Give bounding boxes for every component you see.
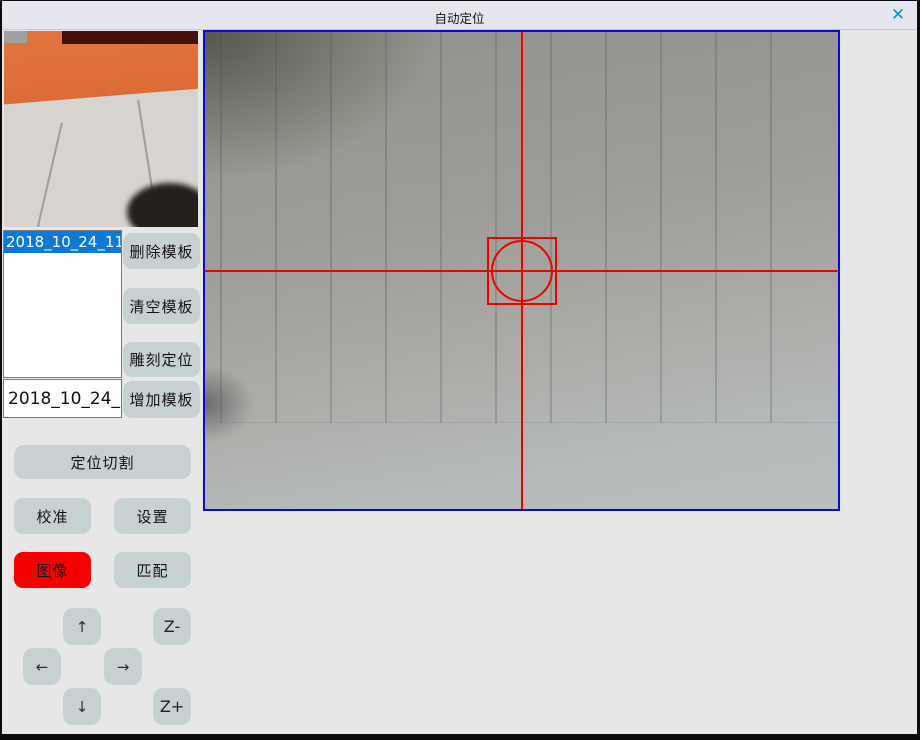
close-icon[interactable]: ✕ bbox=[887, 4, 909, 26]
camera-thumbnail bbox=[4, 31, 198, 227]
titlebar: 自动定位 ✕ bbox=[2, 1, 917, 30]
jog-right-button[interactable]: → bbox=[104, 648, 142, 685]
gray-patch bbox=[4, 31, 27, 43]
clear-template-button[interactable]: 清空模板 bbox=[123, 288, 200, 324]
match-button[interactable]: 匹配 bbox=[114, 552, 191, 588]
delete-template-button[interactable]: 删除模板 bbox=[123, 233, 200, 269]
calibrate-button[interactable]: 校准 bbox=[14, 498, 91, 534]
image-button[interactable]: 图像 bbox=[14, 552, 91, 588]
dark-object bbox=[127, 183, 198, 227]
template-name-input[interactable] bbox=[3, 379, 122, 418]
settings-button[interactable]: 设置 bbox=[114, 498, 191, 534]
list-item[interactable]: 2018_10_24_11 bbox=[4, 231, 121, 253]
position-cut-button[interactable]: 定位切割 bbox=[14, 445, 191, 479]
tile-grout-line bbox=[27, 123, 63, 227]
jog-left-button[interactable]: ← bbox=[23, 648, 61, 685]
jog-z-minus-button[interactable]: Z- bbox=[153, 608, 191, 645]
window-title: 自动定位 bbox=[2, 8, 917, 27]
jog-up-button[interactable]: ↑ bbox=[63, 608, 101, 645]
jog-down-button[interactable]: ↓ bbox=[63, 688, 101, 725]
orange-surface bbox=[4, 31, 198, 136]
engrave-position-button[interactable]: 雕刻定位 bbox=[123, 342, 200, 377]
target-circle bbox=[491, 240, 553, 302]
jog-z-plus-button[interactable]: Z+ bbox=[153, 688, 191, 725]
dark-red-edge bbox=[62, 31, 198, 44]
camera-viewport[interactable] bbox=[203, 30, 840, 511]
add-template-button[interactable]: 增加模板 bbox=[123, 381, 200, 418]
template-list[interactable]: 2018_10_24_11 bbox=[3, 230, 122, 378]
